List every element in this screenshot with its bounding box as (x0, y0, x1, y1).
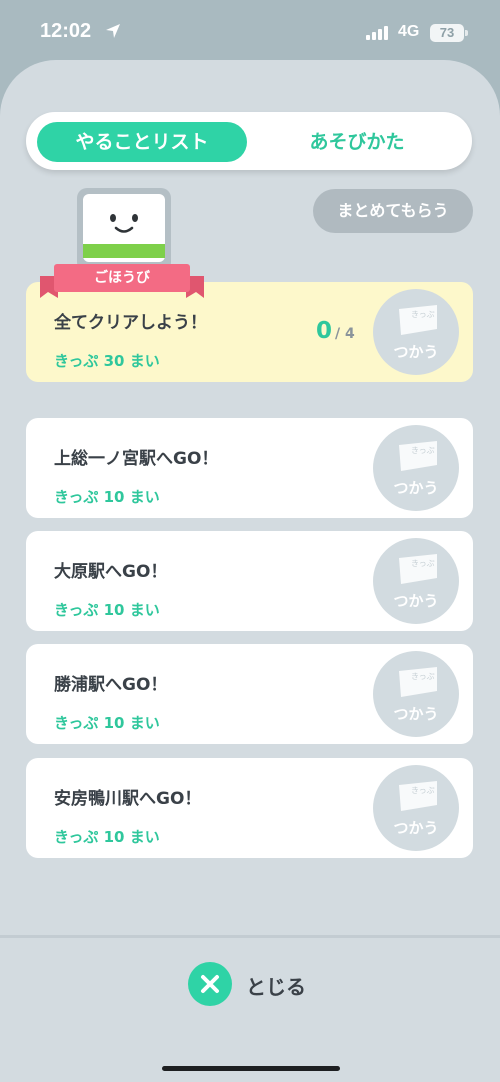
use-label: つかう (393, 819, 439, 837)
close-icon-circle (188, 962, 232, 1006)
ticket-icon-text: きっぷ (411, 672, 435, 681)
mission-title: 上総一ノ宮駅へGO！ (54, 449, 219, 469)
mission-card: 大原駅へGO！ きっぷ 10 まい きっぷ つかう (26, 531, 473, 631)
tab-todo-list[interactable]: やることリスト (37, 122, 247, 162)
tab-how-to-play[interactable]: あそびかた (252, 122, 462, 162)
reward-progress: 0/ 4 (316, 318, 355, 344)
close-button[interactable]: とじる (188, 960, 328, 1008)
ticket-icon: きっぷ (399, 781, 437, 811)
mission-title: 安房鴨川駅へGO！ (54, 789, 202, 809)
mission-title: 大原駅へGO！ (54, 562, 168, 582)
close-label: とじる (246, 975, 306, 999)
mission-card: 上総一ノ宮駅へGO！ きっぷ 10 まい きっぷ つかう (26, 418, 473, 518)
mission-use-button[interactable]: きっぷ つかう (373, 425, 459, 511)
collect-all-button[interactable]: まとめてもらう (313, 189, 473, 233)
status-time: 12:02 (40, 20, 92, 42)
mission-use-button[interactable]: きっぷ つかう (373, 765, 459, 851)
ticket-icon: きっぷ (399, 305, 437, 335)
progress-current: 0 (316, 318, 333, 344)
use-label: つかう (393, 592, 439, 610)
home-indicator (162, 1066, 340, 1071)
mission-ticket-count: きっぷ 10 まい (54, 488, 160, 506)
use-label: つかう (393, 479, 439, 497)
reward-ticket-count: きっぷ 30 まい (54, 352, 160, 370)
ticket-icon: きっぷ (399, 667, 437, 697)
mission-ticket-count: きっぷ 10 まい (54, 601, 160, 619)
close-icon (201, 975, 219, 993)
mission-ticket-count: きっぷ 10 まい (54, 828, 160, 846)
mission-card: 安房鴨川駅へGO！ きっぷ 10 まい きっぷ つかう (26, 758, 473, 858)
mission-title: 勝浦駅へGO！ (54, 675, 168, 695)
network-type: 4G (398, 23, 420, 40)
mission-ticket-count: きっぷ 10 まい (54, 714, 160, 732)
ticket-icon: きっぷ (399, 554, 437, 584)
location-arrow-icon (106, 24, 120, 38)
footer-divider (0, 935, 500, 938)
ticket-icon-text: きっぷ (411, 446, 435, 455)
tab-switcher: やることリスト あそびかた (26, 112, 472, 170)
use-label: つかう (393, 343, 439, 361)
mission-card: 勝浦駅へGO！ きっぷ 10 まい きっぷ つかう (26, 644, 473, 744)
progress-total: / 4 (335, 326, 355, 342)
ticket-icon: きっぷ (399, 441, 437, 471)
reward-use-button[interactable]: きっぷ つかう (373, 289, 459, 375)
reward-title: 全てクリアしよう！ (54, 313, 207, 333)
battery-indicator: 73 (430, 24, 464, 42)
mission-use-button[interactable]: きっぷ つかう (373, 538, 459, 624)
ticket-icon-text: きっぷ (411, 559, 435, 568)
use-label: つかう (393, 705, 439, 723)
ticket-icon-text: きっぷ (411, 310, 435, 319)
battery-nub (465, 30, 468, 36)
mascot-character-icon (77, 188, 171, 272)
cellular-signal-icon (366, 26, 388, 40)
reward-badge-label: ごほうび (94, 270, 150, 286)
status-bar: 12:02 4G 73 (0, 0, 500, 64)
ticket-icon-text: きっぷ (411, 786, 435, 795)
mission-use-button[interactable]: きっぷ つかう (373, 651, 459, 737)
